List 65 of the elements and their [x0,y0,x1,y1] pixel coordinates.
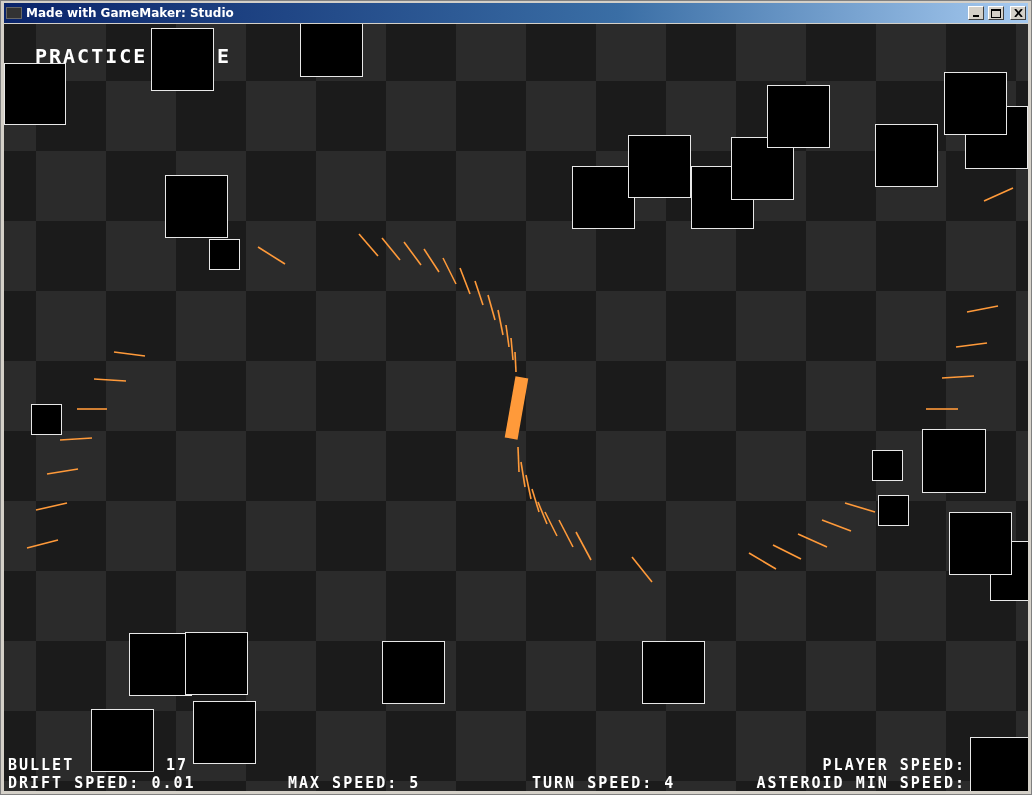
bullet-streak [941,375,975,379]
bullet-streak [26,539,59,549]
bullet-streak [113,351,146,357]
minimize-button[interactable] [968,6,984,20]
bullet-streak [423,248,440,273]
hud-stat: 17 [166,758,189,773]
bullet-streak [442,257,457,285]
maximize-button[interactable] [988,6,1004,20]
mode-title: E [217,46,232,66]
bullet-streak [531,488,540,513]
asteroid-square [31,404,62,435]
mode-title: PRACTICE [35,46,148,66]
bullet-streak [575,531,592,561]
bullet-streak [381,237,401,261]
asteroid-square [944,72,1007,135]
window-title: Made with GameMaker: Studio [26,6,235,20]
bullet-streak [459,267,471,295]
asteroid-square [970,737,1028,791]
bullet-streak [797,533,828,548]
asteroid-square [922,429,986,493]
bullet-streak [955,342,988,348]
bullet-streak [983,187,1014,202]
asteroid-square [185,632,248,695]
bullet-streak [358,233,379,257]
bullet-streak [772,544,802,560]
bullet-streak [544,511,558,537]
close-icon [1013,9,1023,17]
bullet-streak [257,246,286,265]
bullet-streak [403,241,422,266]
bullet-streak [558,519,574,548]
bullet-streak [844,502,876,513]
asteroid-square [193,701,256,764]
asteroid-square [151,28,214,91]
bullet-streak [35,502,68,511]
bullet-streak [487,294,496,321]
asteroid-square [382,641,445,704]
bullet-streak [93,378,127,382]
asteroid-square [300,24,363,77]
asteroid-square [872,450,903,481]
hud-stat: DRIFT SPEED: 0.01 [8,776,196,791]
bullet-streak [748,552,777,570]
player-ship [504,376,529,440]
asteroid-square [875,124,938,187]
maximize-icon [991,8,1001,18]
asteroid-square [767,85,830,148]
bullet-streak [631,556,653,583]
hud-stat: ASTEROID MIN SPEED: [756,776,966,791]
bullet-streak [474,280,484,306]
bullet-streak [966,305,999,313]
asteroid-square [878,495,909,526]
close-button[interactable] [1010,6,1026,20]
asteroid-square [91,709,154,772]
asteroid-square [4,63,66,125]
asteroid-square [642,641,705,704]
asteroid-square [628,135,691,198]
hud-stat: PLAYER SPEED: [822,758,966,773]
hud-stat: TURN SPEED: 4 [532,776,676,791]
app-icon [6,7,22,19]
bullet-streak [46,468,79,475]
asteroid-square [572,166,635,229]
hud-stat: MAX SPEED: 5 [288,776,421,791]
bullet-streak [821,519,852,532]
bullet-streak [59,437,93,441]
hud-stat: BULLET [8,758,75,773]
bullet-streak [537,501,548,525]
